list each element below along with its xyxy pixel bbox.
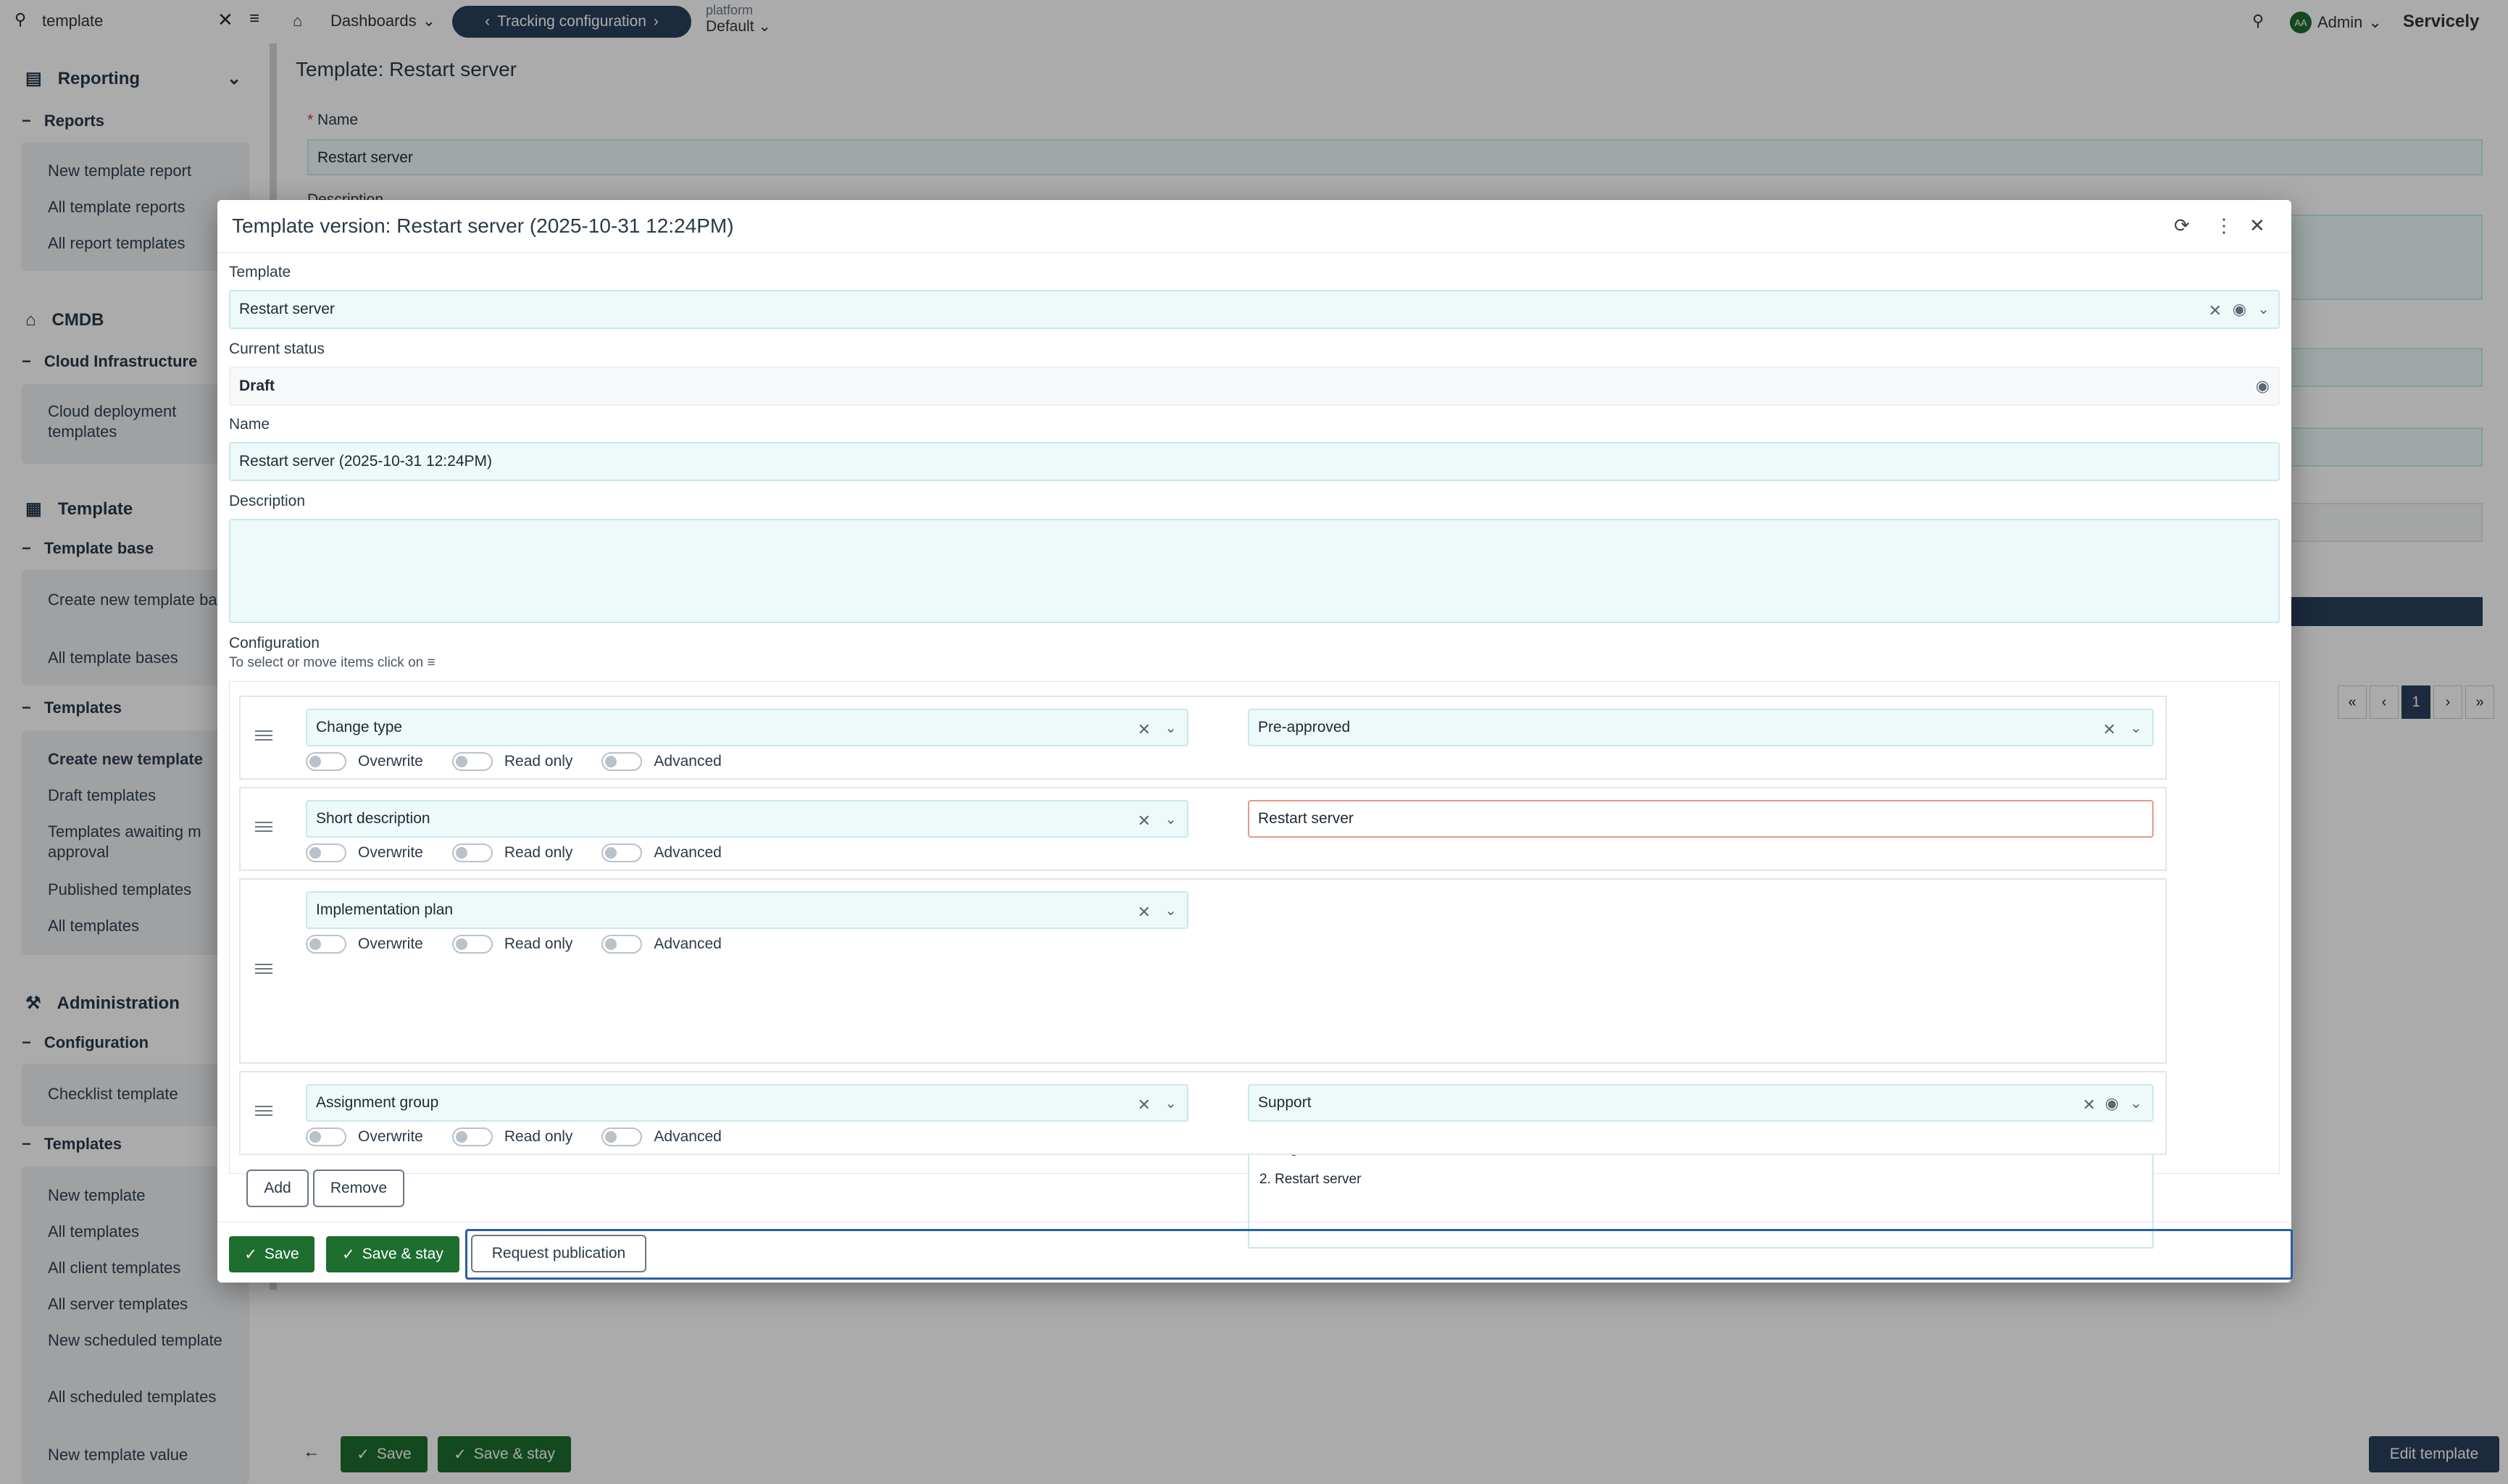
overwrite-label: Overwrite (358, 935, 423, 952)
config-toggles: Overwrite Read only Advanced (306, 752, 751, 771)
drag-handle-icon[interactable] (255, 964, 272, 974)
save-button[interactable]: ✓ Save (229, 1236, 314, 1272)
config-row: Assignment group ✕ ⌄ Overwrite Read only A… (239, 1071, 2167, 1155)
advanced-toggle[interactable] (601, 752, 643, 771)
focus-ring (465, 1229, 2293, 1280)
config-field-select[interactable]: Change type ✕ ⌄ (306, 709, 1188, 746)
description-textarea[interactable] (229, 519, 2280, 623)
advanced-label: Advanced (654, 935, 722, 952)
remove-button[interactable]: Remove (313, 1170, 404, 1207)
overwrite-label: Overwrite (358, 844, 423, 861)
config-value-input[interactable]: Restart server (1248, 800, 2154, 838)
chevron-down-icon[interactable]: ⌄ (1165, 810, 1177, 828)
overwrite-toggle[interactable] (306, 1127, 346, 1146)
clear-icon[interactable]: ✕ (2209, 301, 2222, 320)
read-only-label: Read only (504, 1128, 573, 1145)
save-stay-button[interactable]: ✓ Save & stay (326, 1236, 459, 1272)
overwrite-label: Overwrite (358, 753, 423, 770)
advanced-toggle[interactable] (601, 843, 643, 862)
read-only-label: Read only (504, 935, 573, 952)
overwrite-toggle[interactable] (306, 935, 346, 954)
config-row: Implementation plan ✕ ⌄ Overwrite Read onl… (239, 878, 2167, 1064)
clear-icon[interactable]: ✕ (1138, 903, 1151, 922)
config-toggles: Overwrite Read only Advanced (306, 1127, 751, 1146)
template-label: Template (229, 264, 291, 280)
clear-icon[interactable]: ✕ (1138, 720, 1151, 739)
config-field-select[interactable]: Short description ✕ ⌄ (306, 800, 1188, 838)
config-toggles: Overwrite Read only Advanced (306, 935, 751, 954)
configuration-label: Configuration (229, 635, 320, 651)
current-status-value: Draft ◉ (229, 367, 2280, 406)
eye-icon[interactable]: ◉ (2233, 300, 2246, 319)
divider (217, 252, 2291, 253)
clear-icon[interactable]: ✕ (1138, 1096, 1151, 1114)
refresh-icon[interactable]: ⟳ (2174, 214, 2190, 237)
read-only-label: Read only (504, 753, 573, 770)
eye-icon[interactable]: ◉ (2105, 1094, 2119, 1113)
advanced-toggle[interactable] (601, 935, 643, 954)
chevron-down-icon[interactable]: ⌄ (2257, 300, 2270, 318)
clear-icon[interactable]: ✕ (2103, 720, 2116, 739)
drag-handle-icon[interactable] (255, 1106, 272, 1116)
config-field-select[interactable]: Implementation plan ✕ ⌄ (306, 891, 1188, 929)
close-icon[interactable]: ✕ (2249, 214, 2265, 237)
advanced-label: Advanced (654, 753, 722, 770)
chevron-down-icon[interactable]: ⌄ (1165, 901, 1177, 920)
config-row: Change type ✕ ⌄ Overwrite Read only Advanc… (239, 696, 2167, 780)
drag-handle-icon[interactable] (255, 822, 272, 832)
chevron-down-icon[interactable]: ⌄ (1165, 719, 1177, 737)
chevron-down-icon[interactable]: ⌄ (2130, 1094, 2142, 1112)
request-publication-button[interactable]: Request publication (471, 1235, 646, 1272)
config-value-select[interactable]: Pre-approved ✕ ⌄ (1248, 709, 2154, 746)
read-only-label: Read only (504, 844, 573, 861)
read-only-toggle[interactable] (451, 843, 493, 862)
advanced-label: Advanced (654, 1128, 722, 1145)
chevron-down-icon[interactable]: ⌄ (1165, 1094, 1177, 1112)
description-label: Description (229, 493, 306, 509)
chevron-down-icon[interactable]: ⌄ (2130, 719, 2142, 737)
config-value-select[interactable]: Support ✕ ◉ ⌄ (1248, 1084, 2154, 1122)
configuration-hint: To select or move items click on ≡ (229, 655, 436, 670)
editor-line: 2. Restart server (1259, 1172, 1362, 1187)
clear-icon[interactable]: ✕ (1138, 812, 1151, 830)
config-toggles: Overwrite Read only Advanced (306, 843, 751, 862)
drag-handle-icon[interactable] (255, 730, 272, 741)
config-field-select[interactable]: Assignment group ✕ ⌄ (306, 1084, 1188, 1122)
current-status-label: Current status (229, 341, 325, 357)
read-only-toggle[interactable] (451, 752, 493, 771)
overwrite-label: Overwrite (358, 1128, 423, 1145)
config-row: Short description ✕ ⌄ Overwrite Read only … (239, 787, 2167, 871)
overwrite-toggle[interactable] (306, 752, 346, 771)
name-label: Name (229, 416, 270, 433)
read-only-toggle[interactable] (451, 935, 493, 954)
more-options-icon[interactable]: ⋮ (2215, 214, 2233, 237)
name-input[interactable]: Restart server (2025-10-31 12:24PM) (229, 442, 2280, 481)
overwrite-toggle[interactable] (306, 843, 346, 862)
add-button[interactable]: Add (246, 1170, 309, 1207)
template-version-dialog: Template version: Restart server (2025-1… (217, 200, 2293, 1283)
check-icon: ✓ (342, 1246, 355, 1263)
check-icon: ✓ (244, 1246, 257, 1263)
advanced-toggle[interactable] (601, 1127, 643, 1146)
advanced-label: Advanced (654, 844, 722, 861)
read-only-toggle[interactable] (451, 1127, 493, 1146)
dialog-title: Template version: Restart server (2025-1… (232, 214, 734, 237)
clear-icon[interactable]: ✕ (2083, 1096, 2096, 1114)
eye-icon[interactable]: ◉ (2256, 377, 2270, 396)
template-select[interactable]: Restart server ✕ ◉ ⌄ (229, 290, 2280, 329)
